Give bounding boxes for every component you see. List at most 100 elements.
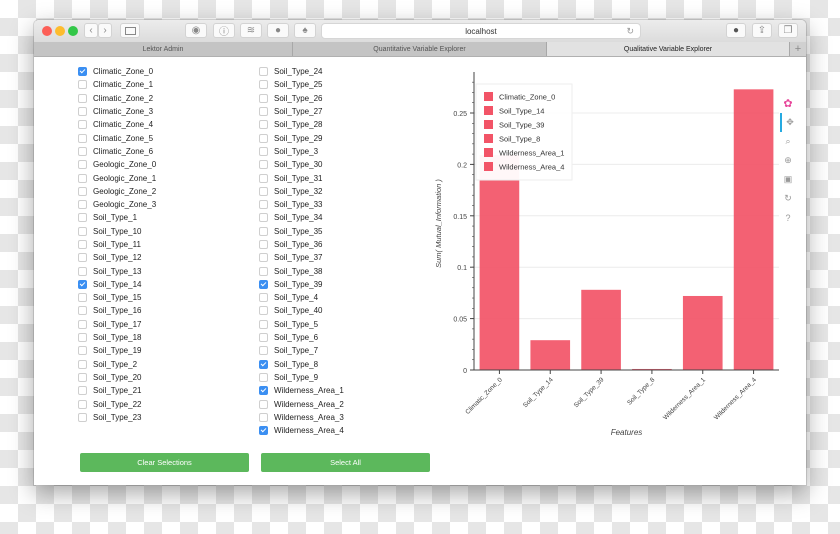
checkbox-item[interactable]: Soil_Type_23 [78, 411, 156, 424]
checkbox-item[interactable]: Wilderness_Area_3 [259, 411, 344, 424]
downloads-button[interactable]: ● [726, 23, 746, 38]
share-button[interactable]: ⇪ [752, 23, 772, 38]
checkbox-item[interactable]: Soil_Type_17 [78, 318, 156, 331]
checkbox[interactable] [78, 200, 87, 210]
checkbox-item[interactable]: Soil_Type_22 [78, 397, 156, 410]
checkbox[interactable] [78, 293, 87, 303]
checkbox-item[interactable]: Soil_Type_32 [259, 185, 344, 198]
checkbox-item[interactable]: Soil_Type_2 [78, 358, 156, 371]
checkbox[interactable] [259, 67, 268, 77]
save-icon[interactable]: ▣ [780, 170, 796, 189]
checkbox[interactable] [78, 173, 87, 183]
checkbox-item[interactable]: Soil_Type_6 [259, 331, 344, 344]
checkbox-item[interactable]: Soil_Type_5 [259, 318, 344, 331]
checkbox-item[interactable]: Soil_Type_26 [259, 92, 344, 105]
checkbox-item[interactable]: Geologic_Zone_0 [78, 158, 156, 171]
checkbox-item[interactable]: Climatic_Zone_1 [78, 78, 156, 91]
checkbox-item[interactable]: Soil_Type_9 [259, 371, 344, 384]
checkbox[interactable] [78, 319, 87, 329]
extension-eye-button[interactable]: ◉ [185, 23, 207, 38]
checkbox-item[interactable]: Soil_Type_15 [78, 291, 156, 304]
checkbox-item[interactable]: Soil_Type_7 [259, 344, 344, 357]
checkbox[interactable] [78, 107, 87, 117]
select-all-button[interactable]: Select All [261, 453, 430, 472]
checkbox-item[interactable]: Climatic_Zone_4 [78, 118, 156, 131]
checkbox-item[interactable]: Climatic_Zone_0 [78, 65, 156, 78]
checkbox-item[interactable]: Wilderness_Area_4 [259, 424, 344, 437]
pan-icon[interactable]: ✥ [780, 113, 798, 132]
checkbox-item[interactable]: Soil_Type_4 [259, 291, 344, 304]
checkbox[interactable] [259, 213, 268, 223]
checkbox-item[interactable]: Geologic_Zone_1 [78, 171, 156, 184]
checkbox-item[interactable]: Soil_Type_12 [78, 251, 156, 264]
checkbox-item[interactable]: Soil_Type_35 [259, 225, 344, 238]
extension-password-button[interactable]: ⓘ [213, 23, 235, 38]
checkbox-item[interactable]: Geologic_Zone_3 [78, 198, 156, 211]
checkbox-item[interactable]: Soil_Type_27 [259, 105, 344, 118]
checkbox[interactable] [78, 226, 87, 236]
checkbox[interactable] [78, 412, 87, 422]
checkbox[interactable] [78, 146, 87, 156]
forward-button[interactable]: › [98, 23, 112, 38]
checkbox[interactable] [259, 319, 268, 329]
close-window-button[interactable] [42, 26, 52, 36]
tabs-overview-button[interactable]: ❐ [778, 23, 798, 38]
checkbox-item[interactable]: Soil_Type_25 [259, 78, 344, 91]
checkbox[interactable] [259, 266, 268, 276]
checkbox-item[interactable]: Soil_Type_13 [78, 264, 156, 277]
checkbox[interactable] [259, 107, 268, 117]
new-tab-button[interactable]: + [790, 42, 806, 56]
checkbox-item[interactable]: Wilderness_Area_1 [259, 384, 344, 397]
wheel-zoom-icon[interactable]: ⊕ [780, 151, 796, 170]
zoom-window-button[interactable] [68, 26, 78, 36]
checkbox[interactable] [78, 133, 87, 143]
checkbox[interactable] [259, 426, 268, 436]
checkbox[interactable] [259, 346, 268, 356]
checkbox[interactable] [259, 306, 268, 316]
checkbox[interactable] [259, 359, 268, 369]
tab-lektor-admin[interactable]: Lektor Admin [34, 42, 293, 56]
extension-adblock-button[interactable]: ● [267, 23, 289, 38]
checkbox-item[interactable]: Soil_Type_34 [259, 211, 344, 224]
checkbox-item[interactable]: Soil_Type_8 [259, 358, 344, 371]
checkbox-item[interactable]: Soil_Type_38 [259, 264, 344, 277]
checkbox-item[interactable]: Soil_Type_36 [259, 238, 344, 251]
checkbox[interactable] [259, 226, 268, 236]
checkbox[interactable] [78, 160, 87, 170]
checkbox-item[interactable]: Geologic_Zone_2 [78, 185, 156, 198]
checkbox-item[interactable]: Soil_Type_30 [259, 158, 344, 171]
checkbox[interactable] [259, 253, 268, 263]
checkbox-item[interactable]: Soil_Type_18 [78, 331, 156, 344]
checkbox[interactable] [78, 266, 87, 276]
checkbox[interactable] [259, 372, 268, 382]
checkbox-item[interactable]: Soil_Type_16 [78, 304, 156, 317]
checkbox[interactable] [259, 93, 268, 103]
checkbox-item[interactable]: Climatic_Zone_5 [78, 131, 156, 144]
checkbox[interactable] [259, 186, 268, 196]
checkbox[interactable] [78, 279, 87, 289]
clear-selections-button[interactable]: Clear Selections [80, 453, 249, 472]
back-button[interactable]: ‹ [84, 23, 98, 38]
tab-qualitative-explorer[interactable]: Qualitative Variable Explorer [547, 42, 790, 56]
checkbox-item[interactable]: Soil_Type_31 [259, 171, 344, 184]
checkbox-item[interactable]: Soil_Type_21 [78, 384, 156, 397]
checkbox-item[interactable]: Soil_Type_19 [78, 344, 156, 357]
checkbox[interactable] [78, 93, 87, 103]
checkbox[interactable] [259, 80, 268, 90]
help-icon[interactable]: ? [780, 208, 796, 227]
checkbox[interactable] [259, 160, 268, 170]
checkbox[interactable] [78, 186, 87, 196]
checkbox[interactable] [78, 306, 87, 316]
checkbox-item[interactable]: Soil_Type_33 [259, 198, 344, 211]
checkbox-item[interactable]: Climatic_Zone_6 [78, 145, 156, 158]
reload-icon[interactable]: ↻ [626, 26, 634, 37]
checkbox[interactable] [259, 200, 268, 210]
checkbox[interactable] [259, 133, 268, 143]
checkbox-item[interactable]: Climatic_Zone_2 [78, 92, 156, 105]
checkbox-item[interactable]: Soil_Type_10 [78, 225, 156, 238]
checkbox[interactable] [259, 120, 268, 130]
checkbox-item[interactable]: Soil_Type_40 [259, 304, 344, 317]
checkbox[interactable] [78, 333, 87, 343]
checkbox[interactable] [78, 120, 87, 130]
checkbox[interactable] [259, 146, 268, 156]
